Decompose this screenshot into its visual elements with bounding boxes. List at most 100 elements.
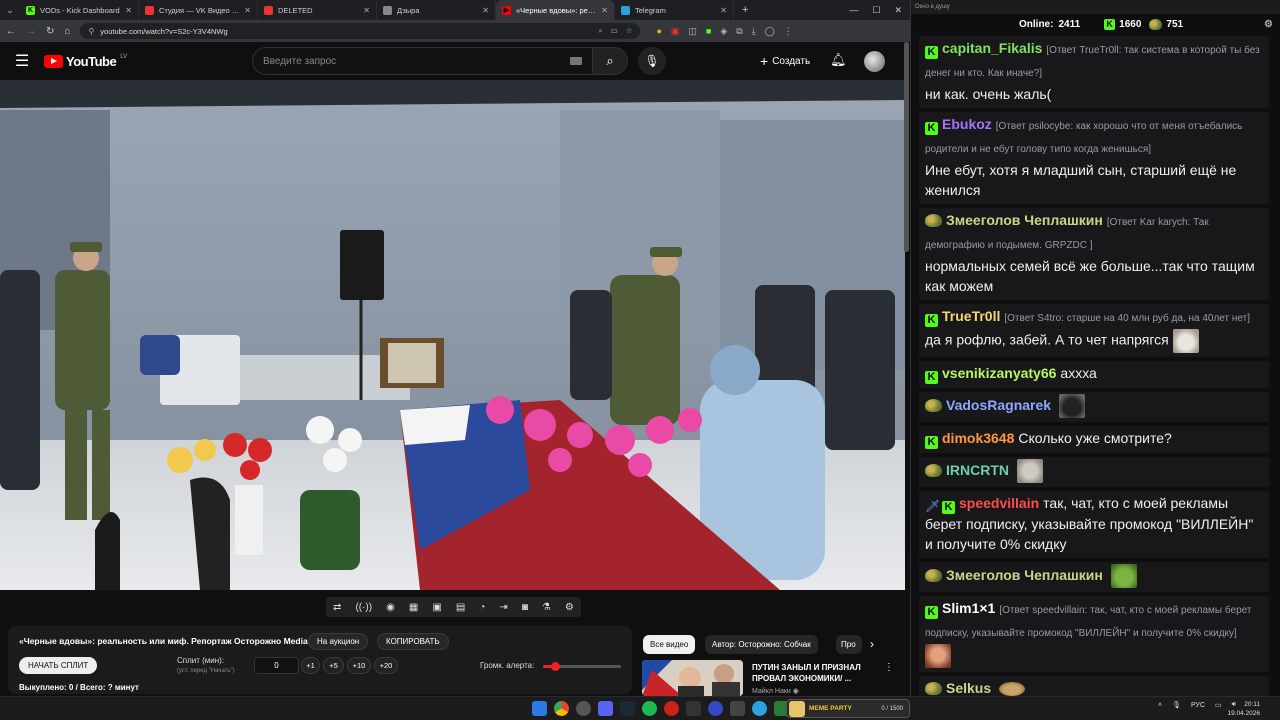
menu-dots-icon[interactable]: ⋮ [784, 26, 793, 37]
chat-username[interactable]: Selkus [946, 680, 991, 696]
increment-button[interactable]: +20 [374, 657, 398, 674]
chips-next-icon[interactable]: › [870, 637, 874, 651]
download-icon[interactable]: ⤓ [752, 26, 756, 37]
discord-icon[interactable] [598, 701, 613, 716]
app-icon[interactable] [708, 701, 723, 716]
address-bar[interactable]: ⚲ youtube.com/watch?v=S2c-Y3V4NWg ⌕ ▭ ☆ [80, 23, 641, 39]
obs-icon[interactable] [576, 701, 591, 716]
meme-party-notice[interactable]: MEME PARTY 0 / 1500 [786, 699, 910, 718]
steam-icon[interactable] [620, 701, 635, 716]
extension-icon[interactable]: ◈ [720, 26, 727, 37]
alert-volume-slider[interactable] [543, 662, 621, 671]
browser-tab[interactable]: ▶ «Черные вдовы»: реальн... ✕ [496, 0, 615, 20]
start-menu-icon[interactable] [532, 701, 547, 716]
close-window-icon[interactable]: ✕ [894, 5, 902, 16]
tab-search-icon[interactable]: ⌄ [0, 0, 20, 20]
subtitle-icon[interactable]: ▤ [456, 602, 465, 613]
related-video-item[interactable]: ПУТИН ЗАНЫЛ И ПРИЗНАЛ ПРОВАЛ ЭКОНОМИКИ/ … [642, 660, 904, 696]
increment-button[interactable]: +5 [323, 657, 344, 674]
more-options-icon[interactable]: ⋮ [884, 662, 894, 673]
chat-username[interactable]: TrueTr0ll [942, 308, 1000, 324]
network-icon[interactable]: ▭ [1215, 701, 1222, 709]
related-video-title[interactable]: ПУТИН ЗАНЫЛ И ПРИЗНАЛ ПРОВАЛ ЭКОНОМИКИ/ … [752, 662, 882, 684]
chat-username[interactable]: speedvillain [959, 495, 1039, 511]
extension-icon[interactable]: ◫ [688, 26, 697, 37]
pip-icon[interactable]: ▣ [432, 602, 441, 613]
copy-button[interactable]: КОПИРОВАТЬ [377, 633, 449, 650]
minimize-icon[interactable]: — [849, 5, 858, 16]
chip-more[interactable]: Про [836, 635, 862, 654]
browser-tab[interactable]: DELETED ✕ [258, 0, 377, 20]
hamburger-menu-icon[interactable]: ☰ [0, 51, 44, 71]
tray-overflow-icon[interactable]: ˄ [1158, 702, 1162, 709]
forward-icon[interactable]: → [26, 26, 36, 37]
language-indicator[interactable]: РУС [1191, 702, 1205, 709]
chat-username[interactable]: dimok3648 [942, 430, 1014, 446]
chat-username[interactable]: VadosRagnarek [946, 397, 1051, 413]
flask-icon[interactable]: ⚗ [542, 602, 551, 613]
chat-username[interactable]: Змееголов Чеплашкин [946, 567, 1103, 583]
alert-volume-knob[interactable] [550, 662, 560, 671]
loop-icon[interactable]: ⇄ [333, 602, 341, 613]
chat-username[interactable]: capitan_Fikalis [942, 40, 1042, 56]
extension-icon[interactable]: ▣ [671, 26, 680, 37]
maximize-icon[interactable]: ☐ [872, 5, 880, 16]
search-button[interactable]: ⌕ [592, 47, 628, 75]
app-icon[interactable] [730, 701, 745, 716]
tab-close-icon[interactable]: ✕ [720, 6, 727, 15]
back-icon[interactable]: ← [6, 26, 16, 37]
video-player[interactable] [0, 80, 905, 590]
camera-icon[interactable]: ◙ [522, 602, 528, 613]
extension-icon[interactable]: ■ [706, 26, 711, 37]
chip-all-videos[interactable]: Все видео [643, 635, 696, 654]
chat-username[interactable]: IRNCRTN [946, 462, 1009, 478]
clapper-icon[interactable]: ▦ [409, 602, 418, 613]
microphone-tray-icon[interactable]: 🎙︎ [1172, 701, 1181, 709]
chat-username[interactable]: vsenikizanyaty66 [942, 365, 1056, 381]
chip-author[interactable]: Автор: Осторожно: Собчак [705, 635, 818, 654]
tab-close-icon[interactable]: ✕ [601, 6, 608, 15]
voice-search-button[interactable]: 🎙︎ [638, 47, 666, 75]
chat-username[interactable]: Ebukoz [942, 116, 992, 132]
keyboard-icon[interactable] [570, 57, 582, 65]
theater-icon[interactable]: ◉ [386, 602, 395, 613]
clock[interactable]: 20:11 19.04.2026 [1227, 700, 1260, 718]
search-input[interactable]: Введите запрос [252, 47, 592, 75]
avatar[interactable] [864, 51, 885, 72]
increment-button[interactable]: +10 [347, 657, 371, 674]
gear-icon[interactable]: ⚙ [565, 602, 574, 613]
browser-tab[interactable]: Telegram ✕ [615, 0, 734, 20]
bookmark-star-icon[interactable]: ☆ [626, 26, 633, 36]
reload-icon[interactable]: ↻ [46, 26, 54, 37]
start-split-button[interactable]: НАЧАТЬ СПЛИТ [19, 657, 98, 674]
extensions-puzzle-icon[interactable]: ⧉ [736, 26, 742, 37]
chrome-icon[interactable] [554, 701, 569, 716]
related-video-channel[interactable]: Майкл Наки ◉ [752, 687, 799, 695]
tab-close-icon[interactable]: ✕ [482, 6, 489, 15]
split-minutes-input[interactable]: 0 [254, 657, 299, 674]
site-info-icon[interactable]: ⚲ [88, 27, 94, 36]
browser-tab[interactable]: Дзыра ✕ [377, 0, 496, 20]
auction-button[interactable]: На аукцион [308, 633, 369, 650]
settings-gear-icon[interactable]: ⚙ [1264, 19, 1273, 30]
cast-icon[interactable]: ▭ [611, 26, 618, 36]
tab-close-icon[interactable]: ✕ [244, 6, 251, 15]
browser-tab[interactable]: Студия — VK Видео Live ✕ [139, 0, 258, 20]
related-video-thumbnail[interactable] [642, 660, 743, 696]
increment-button[interactable]: +1 [301, 657, 320, 674]
profile-icon[interactable]: ◯ [765, 26, 775, 37]
chat-username[interactable]: Змееголов Чеплашкин [946, 212, 1103, 228]
chapter-icon[interactable]: ⇥ [499, 602, 507, 613]
telegram-icon[interactable] [752, 701, 767, 716]
home-icon[interactable]: ⌂ [64, 26, 70, 37]
browser-tab[interactable]: K VODs - Kick Dashboard ✕ [20, 0, 139, 20]
create-button[interactable]: + Создать [752, 50, 818, 72]
tab-close-icon[interactable]: ✕ [363, 6, 370, 15]
notifications-bell-icon[interactable]: 🔔︎ [830, 52, 847, 68]
extension-icon[interactable]: ● [656, 26, 661, 37]
broadcast-icon[interactable]: ((·)) [355, 602, 372, 613]
app-icon[interactable] [686, 701, 701, 716]
spotify-icon[interactable] [642, 701, 657, 716]
page-scrollbar[interactable] [904, 42, 909, 252]
app-icon[interactable] [664, 701, 679, 716]
